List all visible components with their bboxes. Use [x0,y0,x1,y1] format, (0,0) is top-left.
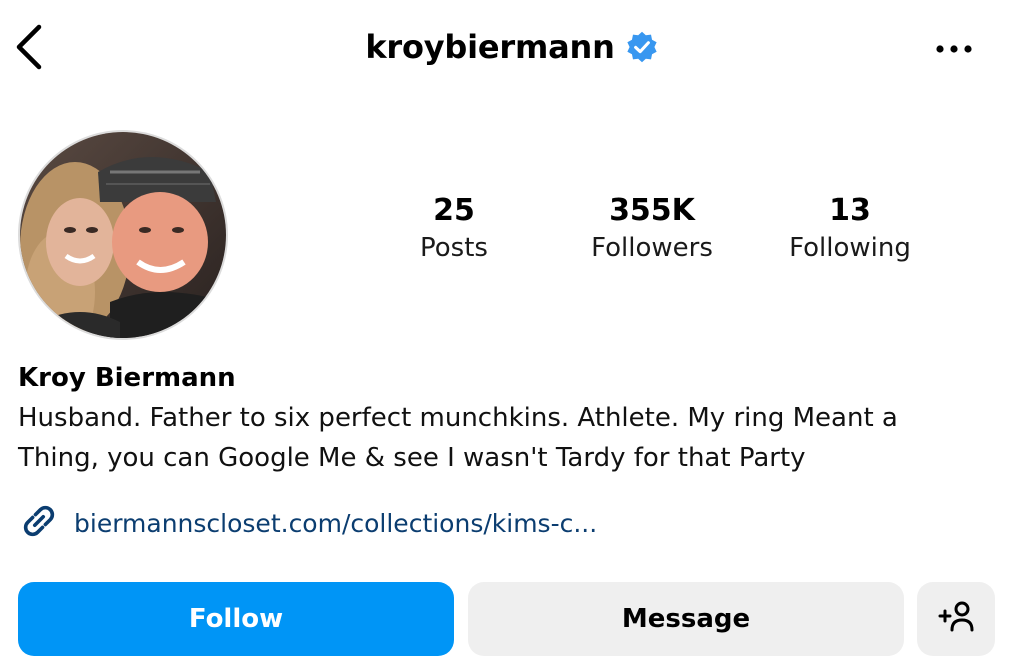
bio: Husband. Father to six perfect munchkins… [18,398,978,478]
more-options-button[interactable] [932,30,976,70]
posts-label: Posts [420,233,488,263]
profile-link[interactable]: biermannscloset.com/collections/kims-c..… [18,500,597,547]
add-user-icon [936,598,976,641]
stat-following[interactable]: 13 Following [770,192,930,266]
stat-posts[interactable]: 25 Posts [394,192,514,266]
link-icon [18,500,60,547]
display-name: Kroy Biermann [18,363,236,393]
link-text: biermannscloset.com/collections/kims-c..… [74,509,598,538]
username: kroybiermann [365,28,615,66]
message-button[interactable]: Message [468,582,904,656]
verified-badge-icon [625,30,659,64]
following-label: Following [789,233,911,263]
follow-button[interactable]: Follow [18,582,454,656]
bio-line: Husband. Father to six perfect munchkins… [18,403,898,433]
followers-label: Followers [591,233,713,263]
posts-count: 25 [433,193,475,228]
stat-followers[interactable]: 355K Followers [572,192,732,266]
followers-count: 355K [609,193,695,228]
header-title: kroybiermann [0,28,1024,66]
bio-line: Thing, you can Google Me & see I wasn't … [18,443,806,473]
more-horizontal-icon [934,41,974,59]
profile-page: kroybiermann 25 Posts 355K Followers 13 … [0,0,1024,660]
avatar-photo [20,132,226,338]
suggested-users-button[interactable] [917,582,995,656]
avatar[interactable] [18,130,228,340]
following-count: 13 [829,193,871,228]
